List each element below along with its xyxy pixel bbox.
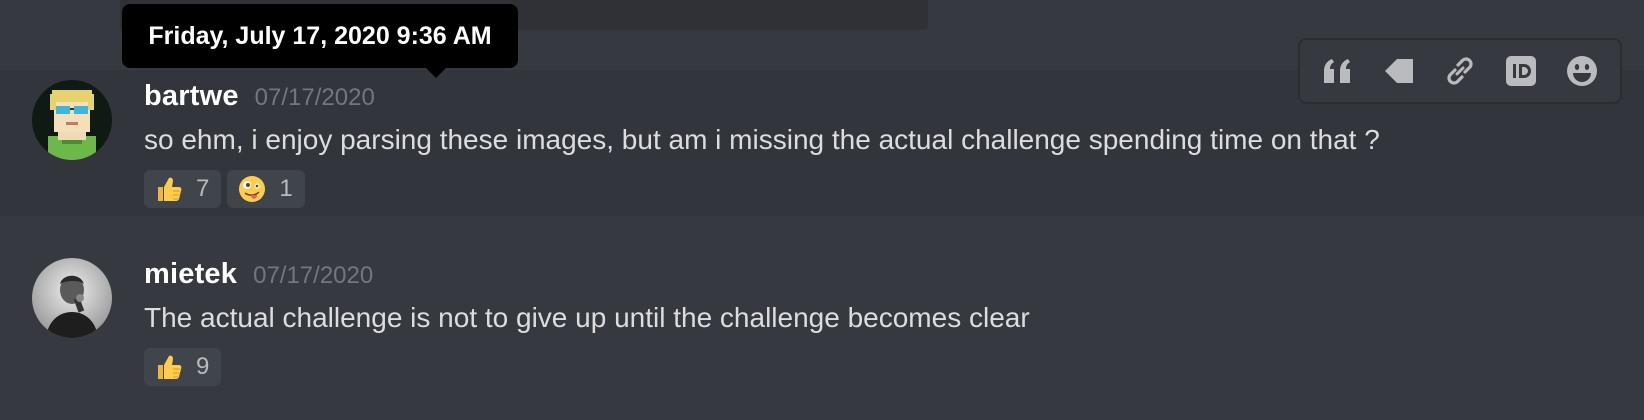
tag-button[interactable] (1377, 49, 1421, 93)
add-reaction-button[interactable] (1560, 49, 1604, 93)
tooltip-text: Friday, July 17, 2020 9:36 AM (148, 21, 492, 50)
avatar[interactable] (32, 80, 112, 160)
reaction-count: 9 (196, 353, 210, 380)
quote-icon (1324, 59, 1351, 83)
reaction-count: 1 (279, 175, 293, 202)
emoji-icon (1566, 56, 1597, 86)
message-timestamp[interactable]: 07/17/2020 (253, 262, 373, 290)
id-icon (1505, 56, 1536, 86)
reaction-thumbs-up[interactable]: 7 (144, 170, 222, 208)
username[interactable]: bartwe (144, 80, 239, 113)
thumbs-up-icon (158, 355, 182, 379)
message-item[interactable]: mietek 07/17/2020 The actual challenge i… (0, 248, 1644, 420)
reaction-zany-face[interactable]: 1 (227, 170, 305, 208)
message-timestamp[interactable]: 07/17/2020 (255, 84, 375, 112)
reactions: 9 (144, 348, 222, 386)
timestamp-tooltip: Friday, July 17, 2020 9:36 AM (122, 4, 518, 78)
copy-id-button[interactable] (1499, 49, 1543, 93)
message-content: The actual challenge is not to give up u… (144, 302, 1030, 333)
message-content: so ehm, i enjoy parsing these images, bu… (144, 124, 1380, 155)
username[interactable]: mietek (144, 258, 237, 291)
zany-face-icon (239, 176, 266, 202)
avatar[interactable] (32, 258, 112, 338)
message-actions-toolbar (1298, 38, 1622, 104)
reactions: 7 1 (144, 170, 305, 208)
reaction-thumbs-up[interactable]: 9 (144, 348, 222, 386)
thumbs-up-icon (158, 177, 182, 201)
quote-button[interactable] (1316, 49, 1360, 93)
copy-link-button[interactable] (1438, 49, 1482, 93)
tag-icon (1385, 59, 1414, 83)
link-icon (1447, 57, 1473, 85)
reaction-count: 7 (196, 175, 210, 202)
